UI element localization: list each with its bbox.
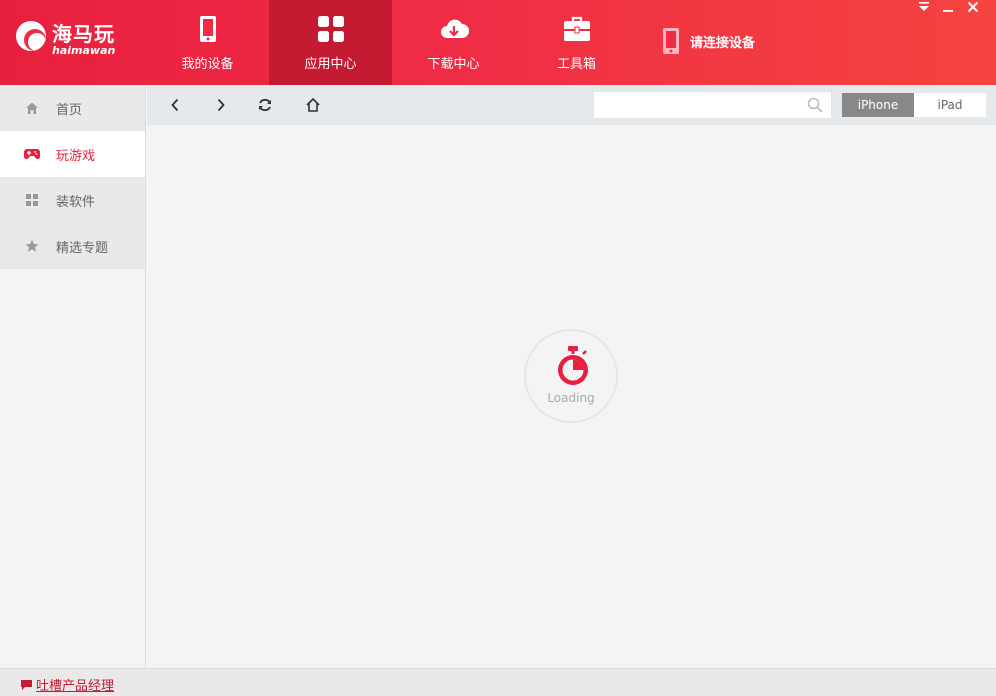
back-button[interactable] [165, 95, 185, 115]
loading-indicator: Loading [524, 329, 618, 423]
sidebar: 首页 玩游戏 装软件 精选专题 [0, 85, 146, 668]
device-option-ipad[interactable]: iPad [914, 93, 986, 117]
apps-icon [24, 192, 40, 208]
content-area: Loading [147, 125, 996, 661]
status-footer: 吐槽产品经理 [0, 668, 996, 696]
tab-download-center[interactable]: 下载中心 [392, 0, 515, 85]
device-toggle: iPhone iPad [842, 93, 986, 117]
minimize-icon [943, 10, 953, 12]
tab-label: 下载中心 [427, 57, 480, 72]
logo-mark-icon [16, 21, 46, 51]
sidebar-item-label: 玩游戏 [56, 148, 96, 164]
cloud-download-icon [440, 19, 469, 38]
app-logo: 海马玩 haimawan [16, 18, 126, 64]
sidebar-item-home[interactable]: 首页 [0, 85, 145, 131]
forward-button[interactable] [211, 95, 231, 115]
sidebar-item-label: 首页 [56, 102, 83, 118]
tab-label: 应用中心 [304, 57, 357, 72]
speech-bubble-icon [21, 679, 32, 690]
tab-my-devices[interactable]: 我的设备 [146, 0, 269, 85]
feedback-label: 吐槽产品经理 [36, 679, 115, 694]
tab-app-center[interactable]: 应用中心 [269, 0, 392, 85]
home-icon [306, 97, 320, 112]
grid-icon [317, 16, 344, 42]
star-icon [24, 238, 40, 254]
device-option-iphone[interactable]: iPhone [842, 93, 914, 117]
tab-label: 我的设备 [181, 57, 234, 72]
sidebar-item-label: 精选专题 [56, 240, 109, 256]
connect-device-button[interactable]: 请连接设备 [660, 27, 755, 55]
chevron-right-icon [217, 98, 225, 112]
sidebar-item-games[interactable]: 玩游戏 [0, 131, 145, 177]
dropdown-icon [919, 2, 929, 11]
search-icon[interactable] [807, 97, 823, 113]
refresh-button[interactable] [255, 95, 275, 115]
tab-label: 工具箱 [556, 57, 596, 72]
home-button[interactable] [303, 95, 323, 115]
connect-device-label: 请连接设备 [690, 35, 756, 51]
logo-subtext: haimawan [52, 44, 116, 57]
header-bar: 海马玩 haimawan 我的设备 应用中心 下载中心 工具箱 请连接设备 [0, 0, 996, 85]
chevron-left-icon [171, 98, 179, 112]
phone-icon [663, 28, 679, 54]
tab-toolbox[interactable]: 工具箱 [515, 0, 638, 85]
stopwatch-icon [558, 346, 588, 385]
home-icon [24, 100, 40, 116]
feedback-link[interactable]: 吐槽产品经理 [20, 675, 114, 694]
loading-text: Loading [547, 391, 595, 405]
sidebar-item-featured[interactable]: 精选专题 [0, 223, 145, 269]
close-icon [967, 1, 979, 13]
toolbox-icon [563, 16, 590, 41]
gamepad-icon [24, 146, 40, 162]
sidebar-item-label: 装软件 [56, 194, 96, 210]
menu-dropdown-button[interactable] [913, 0, 935, 18]
close-button[interactable] [962, 0, 984, 18]
browser-toolbar: iPhone iPad [147, 85, 996, 125]
logo-text: 海马玩 [52, 22, 115, 46]
sidebar-item-software[interactable]: 装软件 [0, 177, 145, 223]
refresh-icon [259, 98, 271, 112]
search-box [593, 91, 832, 119]
sidebar-menu: 首页 玩游戏 装软件 精选专题 [0, 85, 145, 269]
minimize-button[interactable] [937, 0, 959, 18]
phone-icon [199, 16, 216, 42]
search-input[interactable] [594, 92, 799, 118]
